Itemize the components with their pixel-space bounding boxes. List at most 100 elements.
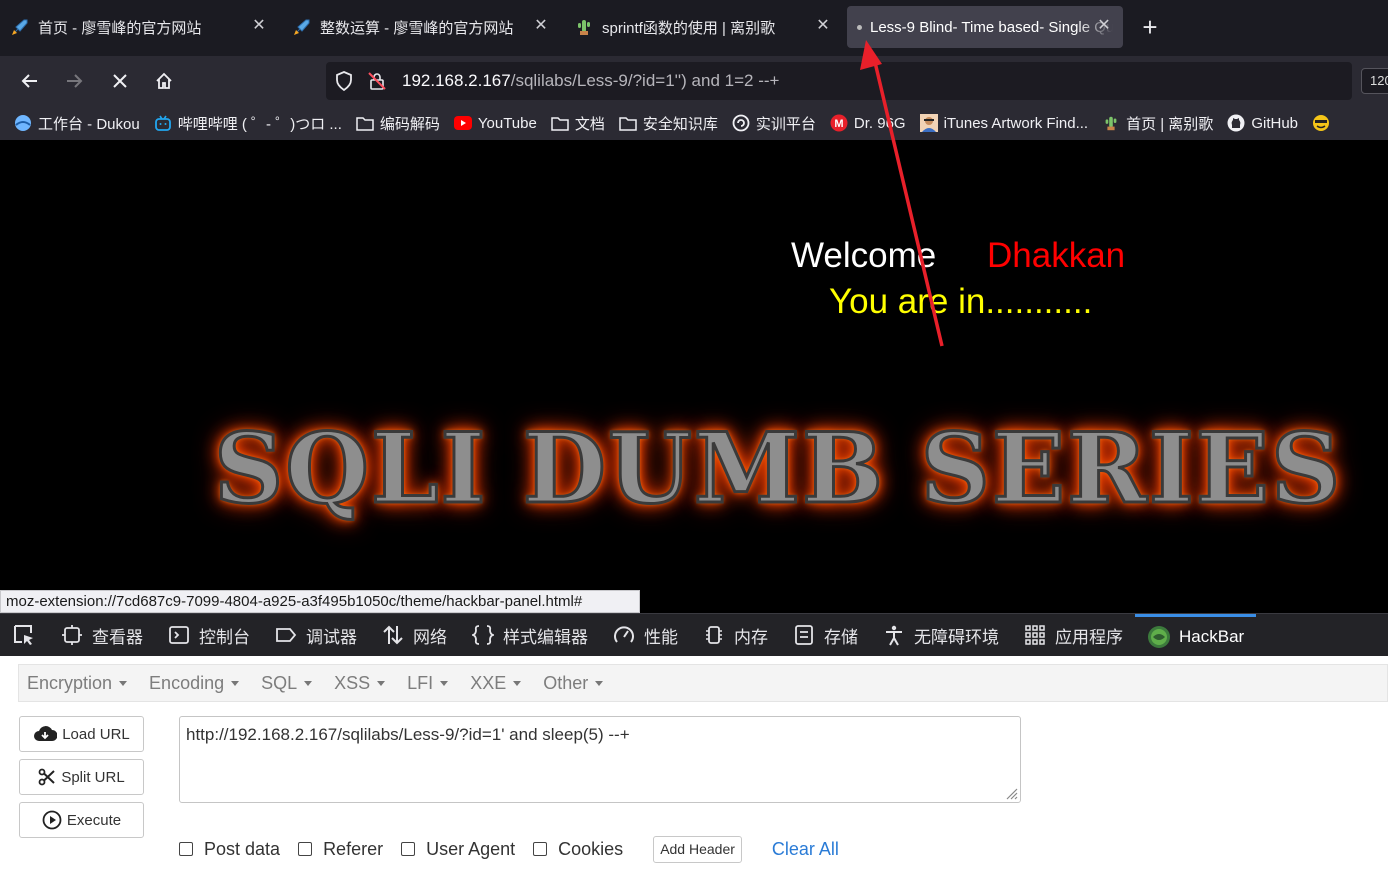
menu-other[interactable]: Other — [543, 673, 604, 694]
option-label: User Agent — [426, 838, 516, 859]
back-button[interactable] — [14, 65, 46, 97]
tab-debugger[interactable]: 调试器 — [262, 614, 369, 657]
url-textarea[interactable]: http://192.168.2.167/sqlilabs/Less-9/?id… — [179, 716, 1021, 803]
tab-style-editor[interactable]: 样式编辑器 — [459, 614, 600, 657]
menu-encoding[interactable]: Encoding — [149, 673, 240, 694]
home-button[interactable] — [148, 65, 180, 97]
emoji-face-icon — [1312, 114, 1330, 132]
tab-accessibility[interactable]: 无障碍环境 — [870, 614, 1011, 657]
hackbar-icon — [1147, 625, 1171, 649]
bookmark-folder-encoding[interactable]: 编码解码 — [356, 113, 440, 134]
status-link-tooltip: moz-extension://7cd687c9-7099-4804-a925-… — [0, 590, 640, 613]
bookmark-itunes-artwork[interactable]: iTunes Artwork Find... — [919, 114, 1089, 132]
rocket-icon — [292, 17, 312, 37]
menu-lfi[interactable]: LFI — [407, 673, 449, 694]
add-header-button[interactable]: Add Header — [653, 835, 742, 863]
option-label: Referer — [323, 838, 384, 859]
menu-encryption[interactable]: Encryption — [27, 672, 128, 694]
devtools-tab-label: 性能 — [644, 627, 678, 647]
caret-down-icon — [231, 680, 240, 686]
close-icon[interactable]: ✕ — [532, 17, 550, 35]
tab-storage[interactable]: 存储 — [780, 614, 870, 657]
checkbox[interactable] — [533, 842, 548, 856]
split-url-button[interactable]: Split URL — [19, 759, 144, 795]
tab-title: sprintf函数的使用 | 离别歌 — [602, 19, 776, 37]
platform-icon — [732, 114, 750, 132]
memory-icon — [702, 623, 726, 647]
forward-button[interactable] — [58, 65, 90, 97]
caret-down-icon — [119, 680, 128, 686]
tab-less9[interactable]: Less-9 Blind- Time based- Single Quotes-… — [847, 6, 1123, 48]
close-icon[interactable]: ✕ — [814, 17, 832, 35]
bookmark-github[interactable]: GitHub — [1227, 114, 1298, 132]
devtools-tab-label: 应用程序 — [1055, 627, 1123, 647]
new-tab-button[interactable]: + — [1136, 12, 1164, 42]
bookmark-youtube[interactable]: YouTube — [453, 114, 537, 132]
tracking-protection-shield-icon[interactable] — [326, 71, 362, 91]
tab-memory[interactable]: 内存 — [690, 614, 780, 657]
close-icon[interactable]: ✕ — [250, 17, 268, 35]
bookmark-leavesongs[interactable]: 首页 | 离别歌 — [1102, 113, 1213, 134]
bookmark-folder-security[interactable]: 安全知识库 — [619, 113, 718, 134]
bookmark-training-platform[interactable]: 实训平台 — [732, 113, 816, 134]
menu-label: SQL — [261, 672, 298, 693]
tab-console[interactable]: 控制台 — [155, 614, 262, 657]
login-status-text: You are in........... — [829, 282, 1093, 321]
checkbox[interactable] — [298, 842, 313, 856]
option-post-data[interactable]: Post data — [179, 839, 280, 860]
folder-icon — [356, 114, 374, 132]
split-url-label: Split URL — [61, 768, 125, 786]
tab-performance[interactable]: 性能 — [600, 614, 690, 657]
url-text[interactable]: 192.168.2.167/sqlilabs/Less-9/?id=1'') a… — [392, 71, 779, 91]
url-host: 192.168.2.167 — [402, 71, 511, 90]
tab-hackbar[interactable]: HackBar — [1135, 613, 1257, 657]
menu-label: Encryption — [27, 672, 113, 693]
load-url-button[interactable]: Load URL — [19, 716, 144, 752]
bookmark-dukou[interactable]: 工作台 - Dukou — [14, 113, 140, 134]
play-circle-icon — [42, 810, 62, 830]
option-user-agent[interactable]: User Agent — [401, 839, 515, 860]
clear-all-link[interactable]: Clear All — [772, 839, 839, 860]
devtools-toolbar: 查看器 控制台 调试器 网络 样式编辑器 性能 内存 存储 无障碍环境 应用程序… — [0, 613, 1388, 656]
checkbox[interactable] — [179, 842, 193, 856]
checkbox[interactable] — [401, 842, 416, 856]
resize-grip-icon[interactable] — [1002, 784, 1018, 800]
tab-network[interactable]: 网络 — [369, 614, 459, 657]
address-bar[interactable]: 192.168.2.167/sqlilabs/Less-9/?id=1'') a… — [326, 62, 1352, 100]
option-referer[interactable]: Referer — [298, 839, 383, 860]
menu-label: XSS — [334, 672, 371, 693]
bookmark-label: iTunes Artwork Find... — [943, 114, 1089, 132]
option-label: Post data — [204, 838, 281, 859]
execute-button[interactable]: Execute — [19, 802, 144, 838]
braces-icon — [471, 623, 495, 647]
zoom-level[interactable]: 120% — [1361, 68, 1388, 94]
stop-loading-button[interactable] — [104, 65, 136, 97]
dukou-icon — [14, 114, 32, 132]
menu-xxe[interactable]: XXE — [470, 673, 522, 694]
tab-inspector[interactable]: 查看器 — [48, 614, 155, 657]
tab-integer-ops[interactable]: 整数运算 - 廖雪峰的官方网站 ✕ — [282, 6, 560, 48]
menu-xss[interactable]: XSS — [334, 672, 386, 694]
console-icon — [167, 623, 191, 647]
bookmarks-toolbar: 工作台 - Dukou 哔哩哔哩 ( ゜- ゜)つロ ... 编码解码 YouT… — [0, 106, 1388, 140]
tab-application[interactable]: 应用程序 — [1011, 614, 1135, 657]
element-picker-button[interactable] — [0, 614, 48, 657]
caret-down-icon — [513, 680, 522, 686]
youtube-icon — [453, 114, 472, 132]
tab-liaoxuefeng-home[interactable]: 首页 - 廖雪峰的官方网站 ✕ — [0, 6, 278, 48]
arrow-left-icon — [21, 74, 37, 88]
tab-sprintf[interactable]: sprintf函数的使用 | 离别歌 ✕ — [564, 6, 842, 48]
close-icon[interactable]: ✕ — [1095, 17, 1113, 35]
network-icon — [381, 623, 405, 647]
github-icon — [1227, 114, 1245, 132]
option-cookies[interactable]: Cookies — [533, 839, 623, 860]
bookmark-dr96g[interactable]: M Dr. 96G — [830, 114, 906, 132]
caret-down-icon — [377, 680, 386, 686]
menu-sql[interactable]: SQL — [261, 672, 313, 694]
insecure-lock-icon[interactable] — [362, 71, 392, 91]
bookmark-overflow[interactable] — [1312, 114, 1336, 132]
bookmark-bilibili[interactable]: 哔哩哔哩 ( ゜- ゜)つロ ... — [154, 113, 342, 134]
avatar-icon — [919, 114, 938, 132]
devtools-tab-label: 调试器 — [306, 627, 357, 647]
bookmark-folder-docs[interactable]: 文档 — [551, 113, 605, 134]
